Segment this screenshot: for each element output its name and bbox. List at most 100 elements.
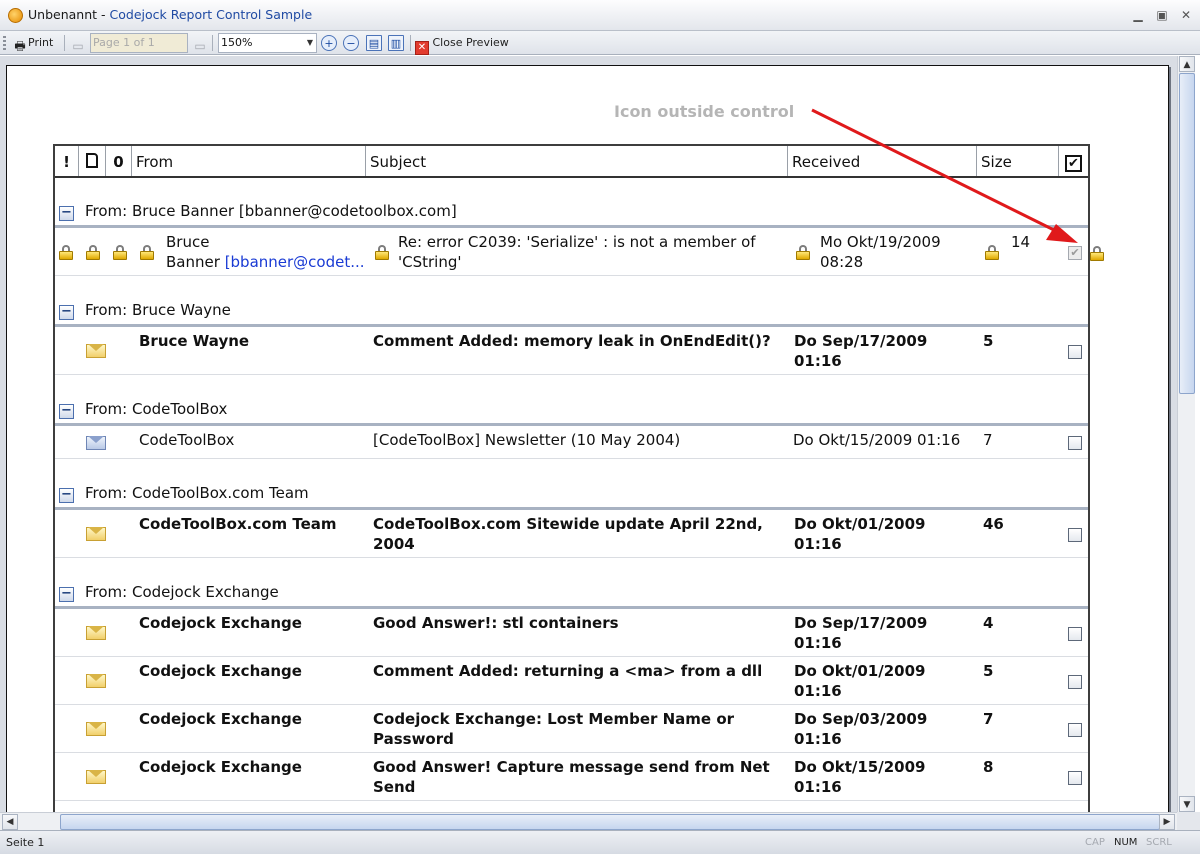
zoom-select[interactable]: 150% ▼ — [218, 33, 317, 53]
chevron-down-icon[interactable]: ▼ — [304, 34, 316, 52]
one-page-icon[interactable]: ▤ — [366, 35, 382, 51]
from-cell: CodeToolBox — [139, 431, 235, 449]
received-time: 08:28 — [820, 253, 864, 271]
unread-mail-icon — [86, 527, 106, 541]
annotation-label: Icon outside control — [614, 102, 795, 121]
preview-area[interactable]: Icon outside control ! 0 From Subject Re… — [0, 56, 1177, 812]
received-cell: Do Okt/15/2009 01:16 — [793, 431, 961, 449]
group-row[interactable]: − From: Bruce Banner [bbanner@codetoolbo… — [55, 197, 1088, 228]
window-title: Unbenannt - Codejock Report Control Samp… — [28, 7, 312, 22]
column-header-size[interactable]: Size — [977, 146, 1059, 176]
status-text: Seite 1 — [6, 836, 45, 849]
vertical-scrollbar[interactable]: ▲ ▼ — [1177, 56, 1195, 812]
close-window-button[interactable]: ✕ — [1178, 7, 1194, 23]
status-bar: Seite 1 CAP NUM SCRL — [0, 830, 1200, 854]
subject-cell: Good Answer!: stl containers — [373, 614, 619, 632]
zoom-value: 150% — [221, 36, 253, 49]
minimize-button[interactable]: ▁ — [1130, 7, 1146, 23]
received-time: 01:16 — [794, 535, 842, 553]
table-row[interactable]: Codejock Exchange Codejock Exchange: Los… — [55, 705, 1088, 753]
collapse-group-icon[interactable]: − — [59, 488, 74, 503]
size-cell: 5 — [983, 662, 994, 680]
flag-checkbox[interactable]: ✔ — [1068, 246, 1082, 260]
lock-icon — [796, 245, 810, 260]
title-separator: - — [101, 7, 106, 22]
zoom-in-icon[interactable]: + — [321, 35, 337, 51]
toolbar-separator — [64, 35, 65, 51]
column-header-check[interactable]: ✔ — [1059, 146, 1088, 176]
table-row[interactable]: Codejock Exchange Comment Added: returni… — [55, 657, 1088, 705]
subject-cell: [CodeToolBox] Newsletter (10 May 2004) — [373, 431, 681, 449]
close-preview-button[interactable]: ✕ Close Preview — [415, 34, 509, 55]
group-label: From: CodeToolBox.com Team — [85, 484, 309, 502]
group-row[interactable]: − From: Codejock Exchange — [55, 578, 1088, 609]
collapse-group-icon[interactable]: − — [59, 305, 74, 320]
flag-checkbox[interactable] — [1068, 528, 1082, 542]
zoom-out-icon[interactable]: − — [343, 35, 359, 51]
checkbox-header-icon: ✔ — [1065, 155, 1082, 172]
column-header-subject[interactable]: Subject — [366, 146, 788, 176]
horizontal-scroll-thumb[interactable] — [60, 814, 1160, 830]
received-date: Do Okt/01/2009 — [794, 515, 926, 533]
app-icon[interactable] — [8, 8, 23, 23]
subject-line: Password — [373, 730, 454, 748]
table-row[interactable]: Codejock Exchange Good Answer! Capture m… — [55, 753, 1088, 801]
scroll-left-icon[interactable]: ◀ — [2, 814, 18, 830]
group-row[interactable]: − From: CodeToolBox.com Team — [55, 479, 1088, 510]
table-row[interactable]: CodeToolBox.com Team CodeToolBox.com Sit… — [55, 510, 1088, 558]
flag-checkbox[interactable] — [1068, 627, 1082, 641]
column-header-importance[interactable]: ! — [55, 146, 79, 176]
subject-line: Good Answer! Capture message send from N… — [373, 758, 770, 776]
scroll-right-icon[interactable]: ▶ — [1159, 814, 1175, 830]
flag-checkbox[interactable] — [1068, 345, 1082, 359]
column-header-from[interactable]: From — [132, 146, 366, 176]
flag-checkbox[interactable] — [1068, 675, 1082, 689]
document-icon — [86, 153, 98, 168]
print-button[interactable]: 🖶 Print — [12, 34, 53, 53]
table-row[interactable]: Bruce Wayne Comment Added: memory leak i… — [55, 327, 1088, 375]
toolbar-separator — [410, 35, 411, 51]
lock-icon — [59, 245, 73, 260]
scroll-up-icon[interactable]: ▲ — [1179, 56, 1195, 72]
collapse-group-icon[interactable]: − — [59, 404, 74, 419]
column-header-received[interactable]: Received — [788, 146, 977, 176]
maximize-button[interactable]: ▣ — [1154, 7, 1170, 23]
two-pages-icon[interactable]: ▥ — [388, 35, 404, 51]
document-name: Unbenannt — [28, 7, 98, 22]
table-row[interactable]: Bruce Banner [bbanner@codet... Re: error… — [55, 228, 1088, 276]
flag-checkbox[interactable] — [1068, 436, 1082, 450]
vertical-scroll-thumb[interactable] — [1179, 73, 1195, 394]
print-preview-toolbar: 🖶 Print ▭ Page 1 of 1 ▭ 150% ▼ + − ▤ ▥ ✕ … — [0, 31, 1200, 55]
scroll-down-icon[interactable]: ▼ — [1179, 796, 1195, 812]
column-header-attachment[interactable]: 0 — [106, 146, 132, 176]
collapse-group-icon[interactable]: − — [59, 206, 74, 221]
table-row[interactable]: Codejock Exchange Good Answer!: stl cont… — [55, 609, 1088, 657]
size-cell: 5 — [983, 332, 994, 350]
received-cell: Do Sep/17/2009 01:16 — [794, 331, 927, 371]
unread-mail-icon — [86, 674, 106, 688]
received-time: 01:16 — [794, 352, 842, 370]
group-row[interactable]: − From: Bruce Wayne — [55, 296, 1088, 327]
next-page-button[interactable]: ▭ — [192, 34, 208, 53]
unread-mail-icon — [86, 626, 106, 640]
received-time: 01:16 — [794, 730, 842, 748]
printer-icon: 🖶 — [14, 39, 26, 53]
received-date: Mo Okt/19/2009 — [820, 233, 941, 251]
received-cell: Mo Okt/19/2009 08:28 — [820, 232, 941, 272]
page-number-field[interactable]: Page 1 of 1 — [90, 33, 188, 53]
flag-checkbox[interactable] — [1068, 723, 1082, 737]
lock-icon — [113, 245, 127, 260]
from-cell: Codejock Exchange — [139, 662, 302, 680]
previous-page-button[interactable]: ▭ — [70, 34, 86, 53]
group-row[interactable]: − From: CodeToolBox — [55, 395, 1088, 426]
received-date: Do Okt/01/2009 — [794, 662, 926, 680]
flag-checkbox[interactable] — [1068, 771, 1082, 785]
size-cell: 7 — [983, 431, 993, 449]
num-lock-indicator: NUM — [1114, 837, 1138, 848]
column-header-icon[interactable] — [79, 146, 106, 176]
read-mail-icon — [86, 436, 106, 450]
horizontal-scrollbar[interactable]: ◀ ▶ — [0, 812, 1177, 830]
toolbar-grip[interactable] — [3, 36, 6, 51]
collapse-group-icon[interactable]: − — [59, 587, 74, 602]
table-row[interactable]: CodeToolBox [CodeToolBox] Newsletter (10… — [55, 426, 1088, 459]
